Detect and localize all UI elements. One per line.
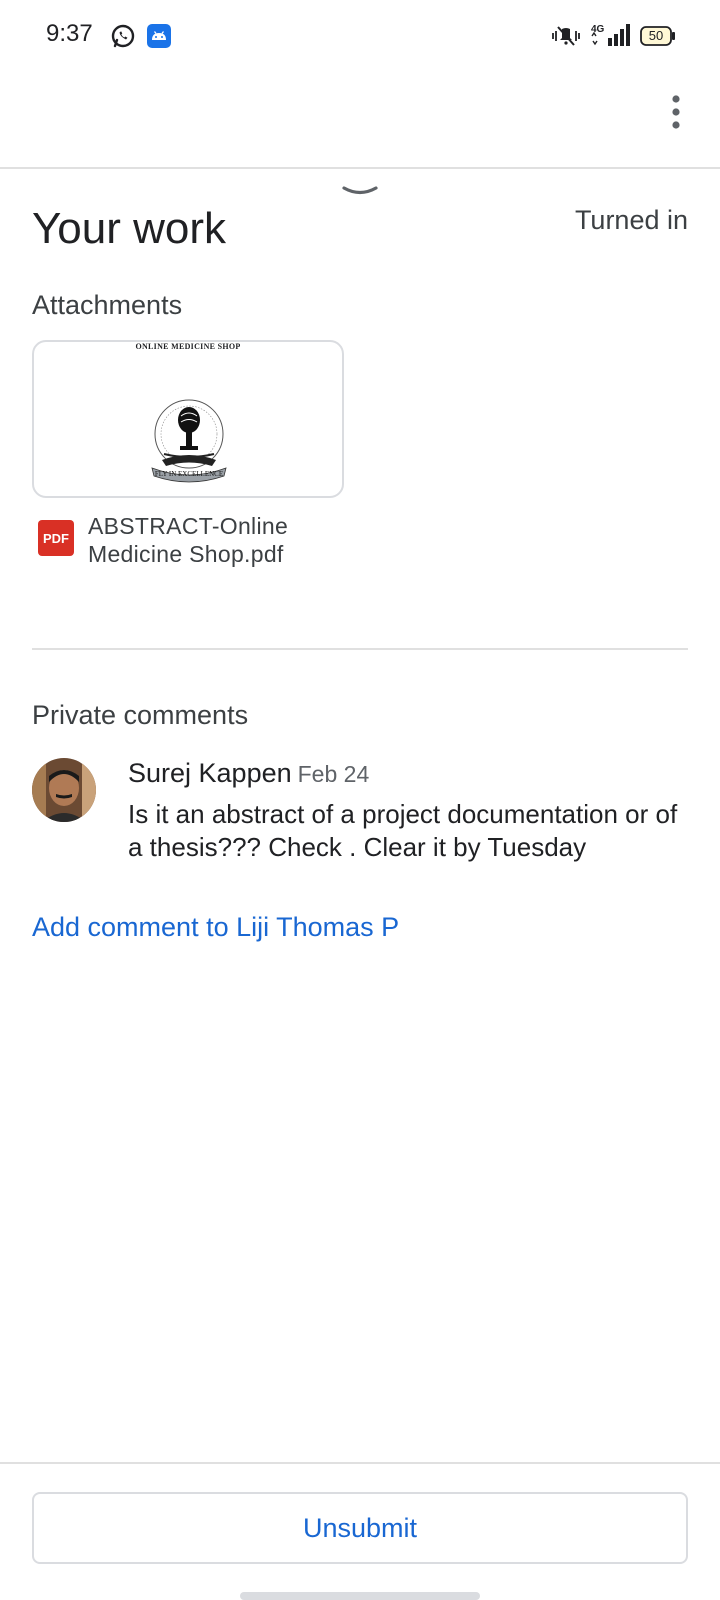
status-bar: 9:37 4G 50 <box>0 0 720 72</box>
comment-text: Is it an abstract of a project documenta… <box>128 799 678 862</box>
more-options-button[interactable] <box>660 88 692 136</box>
vibrate-mute-icon <box>552 26 580 46</box>
gesture-nav-handle[interactable] <box>240 1592 480 1600</box>
add-comment-link[interactable]: Add comment to Liji Thomas P <box>32 912 399 943</box>
pdf-icon: PDF <box>38 520 74 556</box>
avatar <box>32 758 96 822</box>
svg-text:FLY IN EXCELLENCE: FLY IN EXCELLENCE <box>155 470 223 478</box>
comment-date: Feb 24 <box>297 761 370 787</box>
attachments-heading: Attachments <box>32 290 183 320</box>
android-app-icon <box>147 24 171 48</box>
more-vert-icon <box>672 95 680 129</box>
whatsapp-icon <box>111 24 135 48</box>
collapse-sheet-icon[interactable] <box>340 184 380 198</box>
unsubmit-button[interactable]: Unsubmit <box>32 1492 688 1564</box>
attachment-thumbnail-card[interactable]: ONLINE MEDICINE SHOP FLY IN EXCELLENCE <box>32 340 344 498</box>
battery-level: 50 <box>648 28 664 43</box>
private-comments-heading: Private comments <box>32 700 249 730</box>
section-divider <box>32 648 688 650</box>
attachment-file-name[interactable]: ABSTRACT-Online Medicine Shop.pdf <box>88 512 388 568</box>
comment-author-name: Surej Kappen <box>128 758 292 788</box>
thumbnail-heading: ONLINE MEDICINE SHOP <box>135 342 241 351</box>
bottom-divider <box>0 1462 720 1464</box>
comment-author: Surej Kappen Feb 24 <box>128 758 369 789</box>
your-work-title: Your work <box>32 204 227 253</box>
submission-status: Turned in <box>574 205 688 235</box>
college-emblem-image: FLY IN EXCELLENCE <box>151 399 227 483</box>
avatar-photo <box>32 758 96 822</box>
app-bar-divider <box>0 167 720 169</box>
status-time: 9:37 <box>46 20 93 47</box>
4g-signal-icon: 4G <box>591 24 630 46</box>
